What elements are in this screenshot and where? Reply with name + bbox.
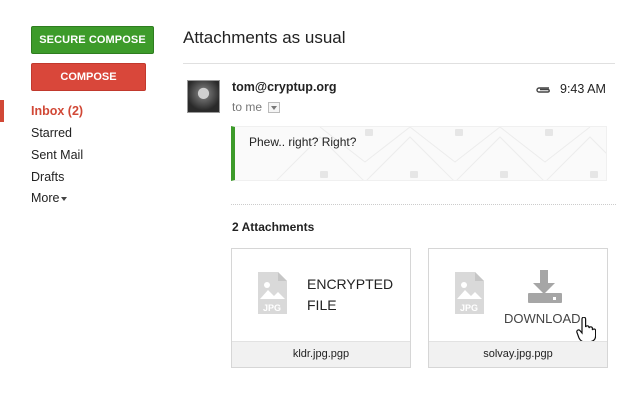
paperclip-icon (534, 83, 552, 98)
sidebar-item-drafts[interactable]: Drafts (31, 170, 64, 184)
secure-message-frame: Phew.. right? Right? (231, 126, 607, 181)
sidebar-item-sent-mail[interactable]: Sent Mail (31, 148, 83, 162)
jpg-file-icon: JPG (453, 271, 485, 320)
recipient-details-dropdown[interactable] (268, 102, 280, 113)
sidebar-item-inbox[interactable]: Inbox (2) (31, 104, 83, 118)
message-body: Phew.. right? Right? (249, 135, 357, 149)
attachment-card-download[interactable]: JPG DOWNLOAD solvay.jpg.pgp (428, 248, 608, 368)
chevron-down-icon (61, 196, 68, 201)
attachments-count: 2 Attachments (232, 220, 315, 234)
attachment-card-encrypted[interactable]: JPG ENCRYPTED FILE kldr.jpg.pgp (231, 248, 411, 368)
jpg-file-icon: JPG (256, 271, 288, 320)
sidebar-item-more[interactable]: More (31, 191, 68, 205)
attachment-filename: kldr.jpg.pgp (232, 341, 410, 367)
message-time: 9:43 AM (560, 82, 606, 96)
download-icon[interactable] (525, 269, 565, 310)
sidebar: SECURE COMPOSE COMPOSE Inbox (2) Starred… (0, 0, 170, 400)
download-label[interactable]: DOWNLOAD (504, 311, 581, 326)
avatar (187, 80, 220, 113)
sidebar-item-starred[interactable]: Starred (31, 126, 72, 140)
divider (183, 63, 615, 64)
attachment-filename: solvay.jpg.pgp (429, 341, 607, 367)
email-subject: Attachments as usual (183, 28, 346, 47)
secure-compose-button[interactable]: SECURE COMPOSE (31, 26, 154, 54)
attachments-divider (231, 204, 616, 205)
sender-address[interactable]: tom@cryptup.org (232, 80, 337, 94)
recipient-label: to me (232, 100, 263, 114)
encrypted-label-line1: ENCRYPTED (307, 276, 394, 292)
encrypted-label-line2: FILE (307, 297, 337, 313)
jpg-icon-label: JPG (460, 303, 478, 313)
inbox-active-indicator (0, 100, 4, 122)
jpg-icon-label: JPG (263, 303, 281, 313)
more-label: More (31, 191, 60, 205)
encrypted-file-label: ENCRYPTED FILE (307, 274, 393, 316)
compose-button[interactable]: COMPOSE (31, 63, 146, 91)
